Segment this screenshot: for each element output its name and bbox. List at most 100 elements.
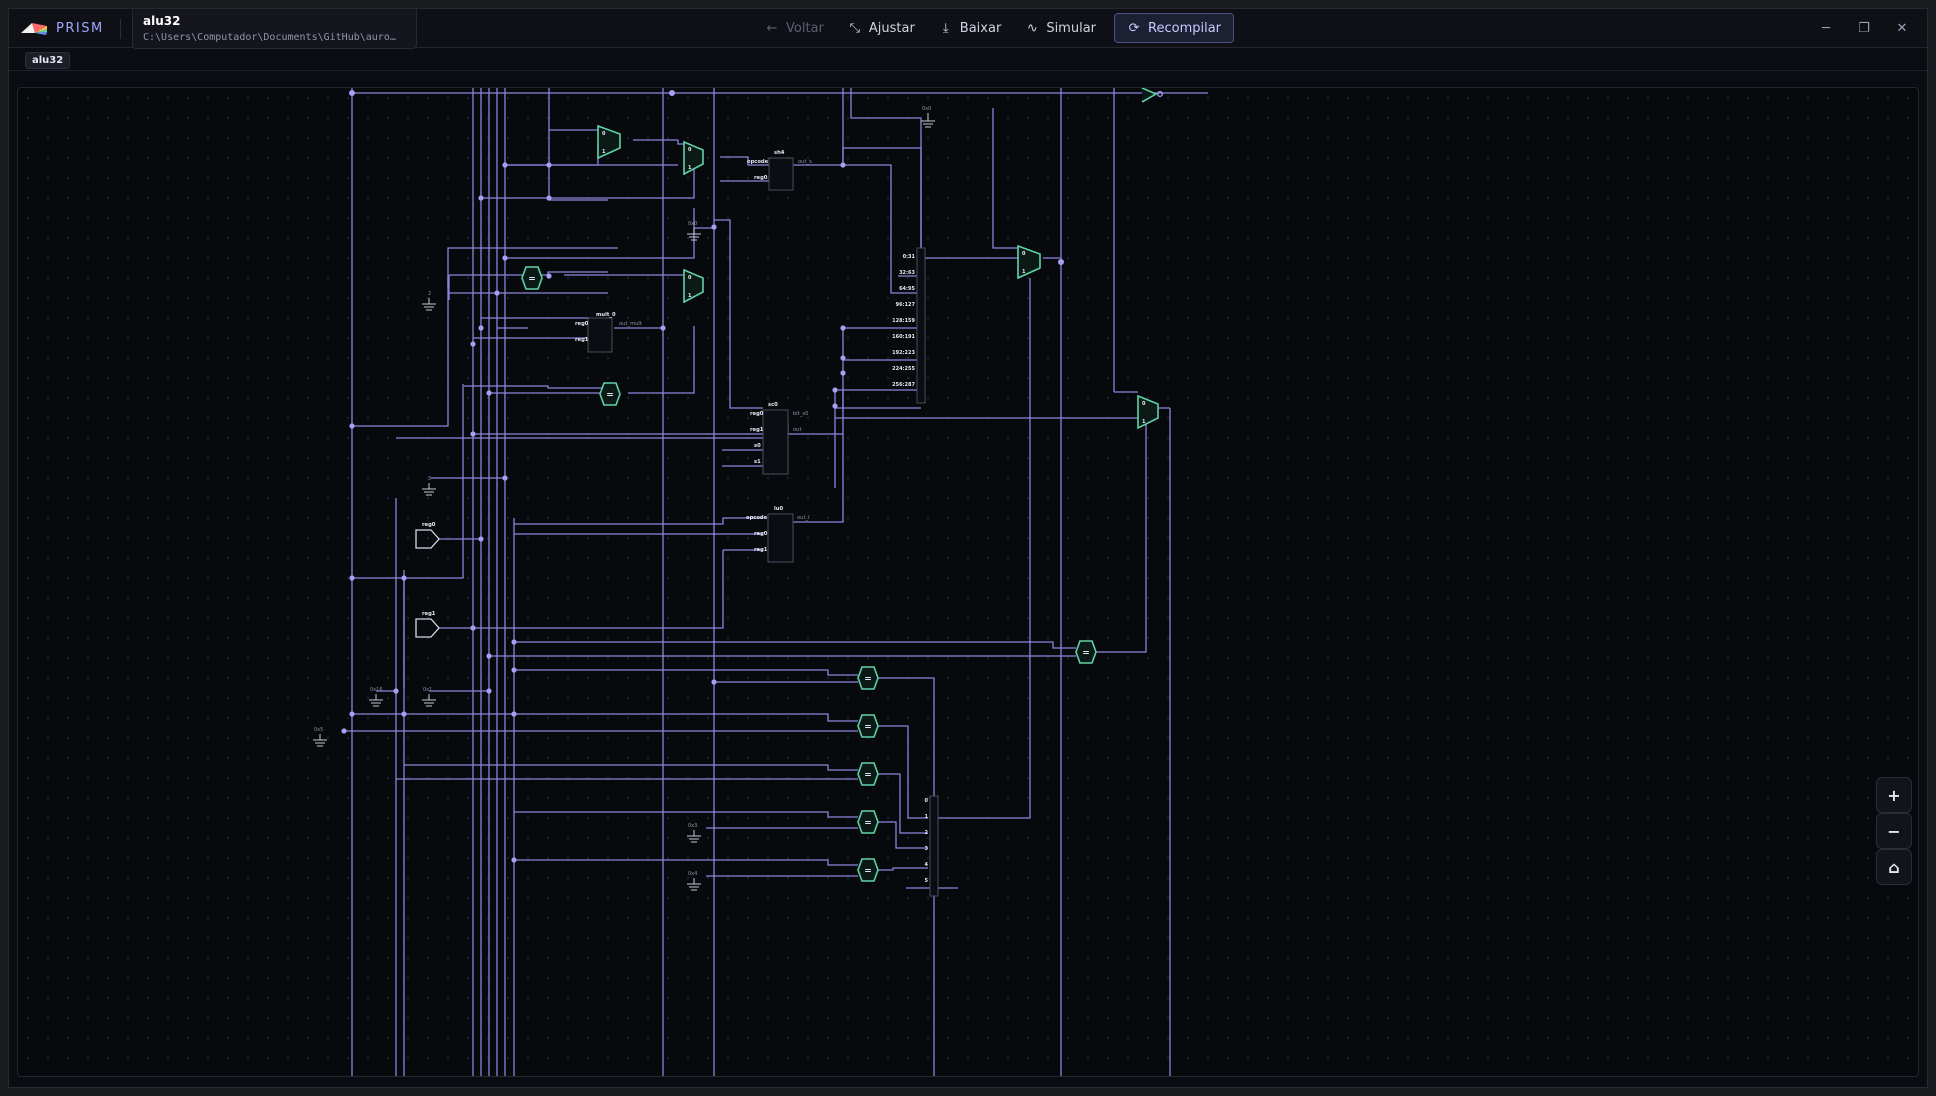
ground-symbols [313,113,935,891]
fit-label: Ajustar [868,20,915,36]
back-button[interactable]: ← Voltar [753,13,836,43]
svg-text:3: 3 [925,846,929,852]
download-button[interactable]: ⤓ Baixar [927,13,1014,43]
comparator-3: = [1075,640,1097,664]
activity-icon: ∿ [1026,20,1038,36]
svg-text:reg0: reg0 [750,411,764,417]
constant-labels: 0x0 0x0 2 3 0x16 0x1 0x5 0x3 0x4 [314,106,931,877]
circuit-diagram[interactable]: 0x0 0x0 2 3 0x16 0x1 0x5 0x3 0x4 0 1 01 0… [18,88,1919,1077]
svg-text:1: 1 [688,293,692,299]
svg-text:reg0: reg0 [422,522,436,528]
svg-text:0: 0 [1142,401,1146,407]
svg-text:=: = [1082,649,1090,659]
zoom-in-button[interactable]: + [1876,777,1912,813]
mux-2 [683,140,704,176]
svg-text:=: = [864,819,872,829]
app-name: PRISM [56,20,104,36]
comparator-2: = [599,382,621,406]
circuit-canvas[interactable]: 0x0 0x0 2 3 0x16 0x1 0x5 0x3 0x4 0 1 0 1 … [17,87,1919,1077]
svg-text:0x1: 0x1 [423,687,432,693]
brand: PRISM [19,17,104,39]
comparator-5: = [857,714,879,738]
sh4-box [768,157,794,191]
simulate-button[interactable]: ∿ Simular [1013,13,1108,43]
svg-text:1: 1 [602,149,606,155]
file-path: C:\Users\Computador\Documents\GitHub\aur… [143,32,396,43]
zoom-out-button[interactable]: − [1876,813,1912,849]
sc0-box [762,409,789,475]
svg-text:64:95: 64:95 [899,286,915,292]
svg-text:=: = [864,723,872,733]
close-icon[interactable]: ✕ [1883,17,1921,39]
svg-text:2: 2 [428,291,431,297]
prism-logo-icon [21,23,47,35]
file-name: alu32 [143,14,181,28]
comparator-4: = [857,666,879,690]
svg-text:reg0: reg0 [754,175,768,181]
ground-icon [921,113,935,128]
svg-text:2: 2 [925,830,929,836]
ground-icon [422,298,436,311]
file-tab[interactable]: alu32 C:\Users\Computador\Documents\GitH… [132,9,417,49]
svg-text:32:63: 32:63 [899,270,915,276]
svg-text:reg0: reg0 [754,531,768,537]
svg-text:reg1: reg1 [750,427,764,433]
svg-text:4: 4 [925,862,929,868]
home-button[interactable]: ⌂ [1876,849,1912,885]
selector-box [929,795,939,897]
svg-text:reg1: reg1 [575,337,589,343]
recompile-button[interactable]: ⟳ Recompilar [1114,13,1235,43]
breadcrumb: alu32 [9,49,1927,71]
svg-text:256:287: 256:287 [892,382,915,388]
ground-icon [369,694,383,707]
restore-icon[interactable]: ❐ [1845,17,1883,39]
svg-text:s1: s1 [754,459,761,465]
arrow-left-icon: ← [766,20,778,36]
svg-text:0x5: 0x5 [314,727,323,733]
mux-5 [1137,394,1159,430]
app-window: PRISM alu32 C:\Users\Computador\Document… [8,8,1928,1088]
svg-text:sh4: sh4 [774,150,785,156]
shrink-icon: ⤡ [849,20,861,36]
refresh-icon: ⟳ [1128,20,1140,36]
svg-text:0: 0 [602,131,606,137]
download-label: Baixar [959,20,1002,36]
svg-text:=: = [528,275,536,285]
input-pins[interactable] [415,529,440,638]
svg-text:160:191: 160:191 [892,334,915,340]
module-boxes[interactable] [587,157,939,897]
svg-text:192:223: 192:223 [892,350,915,356]
ground-icon [687,878,701,891]
svg-text:out: out [793,427,802,433]
download-icon: ⤓ [942,20,949,36]
svg-text:0x0: 0x0 [688,221,697,227]
svg-text:lu0: lu0 [774,506,783,512]
svg-text:out_l: out_l [797,515,810,521]
wires [344,88,1208,1076]
svg-text:0x16: 0x16 [370,687,383,693]
svg-text:3: 3 [428,476,431,482]
svg-text:1: 1 [688,165,692,171]
comparators[interactable]: = = = = = = = = [521,266,1097,882]
toolbar: ← Voltar ⤡ Ajustar ⤓ Baixar ∿ Simular ⟳ … [753,13,1235,43]
svg-text:128:159: 128:159 [892,318,915,324]
window-controls: ─ ❐ ✕ [1807,17,1921,39]
buffer-1 [1141,88,1158,103]
svg-text:0: 0 [925,798,929,804]
fit-button[interactable]: ⤡ Ajustar [836,13,927,43]
svg-text:mult_0: mult_0 [596,312,616,318]
svg-text:sc0: sc0 [768,402,778,408]
svg-text:reg1: reg1 [754,547,768,553]
breadcrumb-item[interactable]: alu32 [25,52,71,69]
comparator-1: = [521,266,543,290]
ground-icon [687,830,701,843]
mult-box [587,317,613,353]
input-reg0 [415,529,440,549]
svg-text:opcode: opcode [746,515,768,521]
minimize-icon[interactable]: ─ [1807,17,1845,39]
svg-text:1: 1 [925,814,929,820]
splitter-labels: 0:31 32:63 64:95 96:127 128:159 160:191 … [892,254,915,388]
svg-text:=: = [864,867,872,877]
svg-text:0x4: 0x4 [688,871,697,877]
svg-text:96:127: 96:127 [896,302,916,308]
